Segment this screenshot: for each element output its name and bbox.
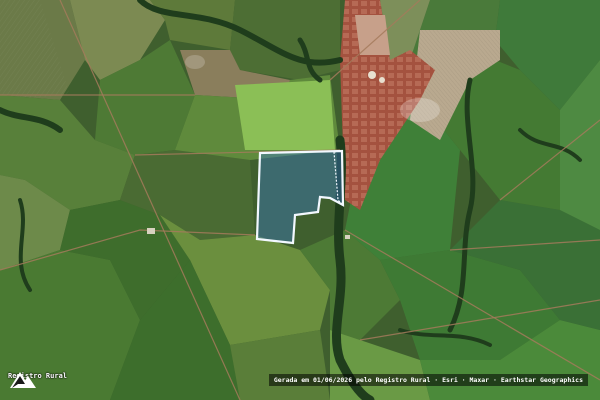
registro-rural-logo: Registro Rural bbox=[8, 368, 67, 388]
farm-building bbox=[147, 228, 155, 234]
urban-clearing bbox=[355, 15, 390, 55]
satellite-map[interactable]: Registro Rural Gerada em 01/06/2026 pelo… bbox=[0, 0, 600, 400]
registro-rural-logo-icon bbox=[10, 372, 36, 388]
map-attribution: Gerada em 01/06/2026 pelo Registro Rural… bbox=[268, 374, 588, 386]
satellite-imagery bbox=[0, 0, 600, 400]
